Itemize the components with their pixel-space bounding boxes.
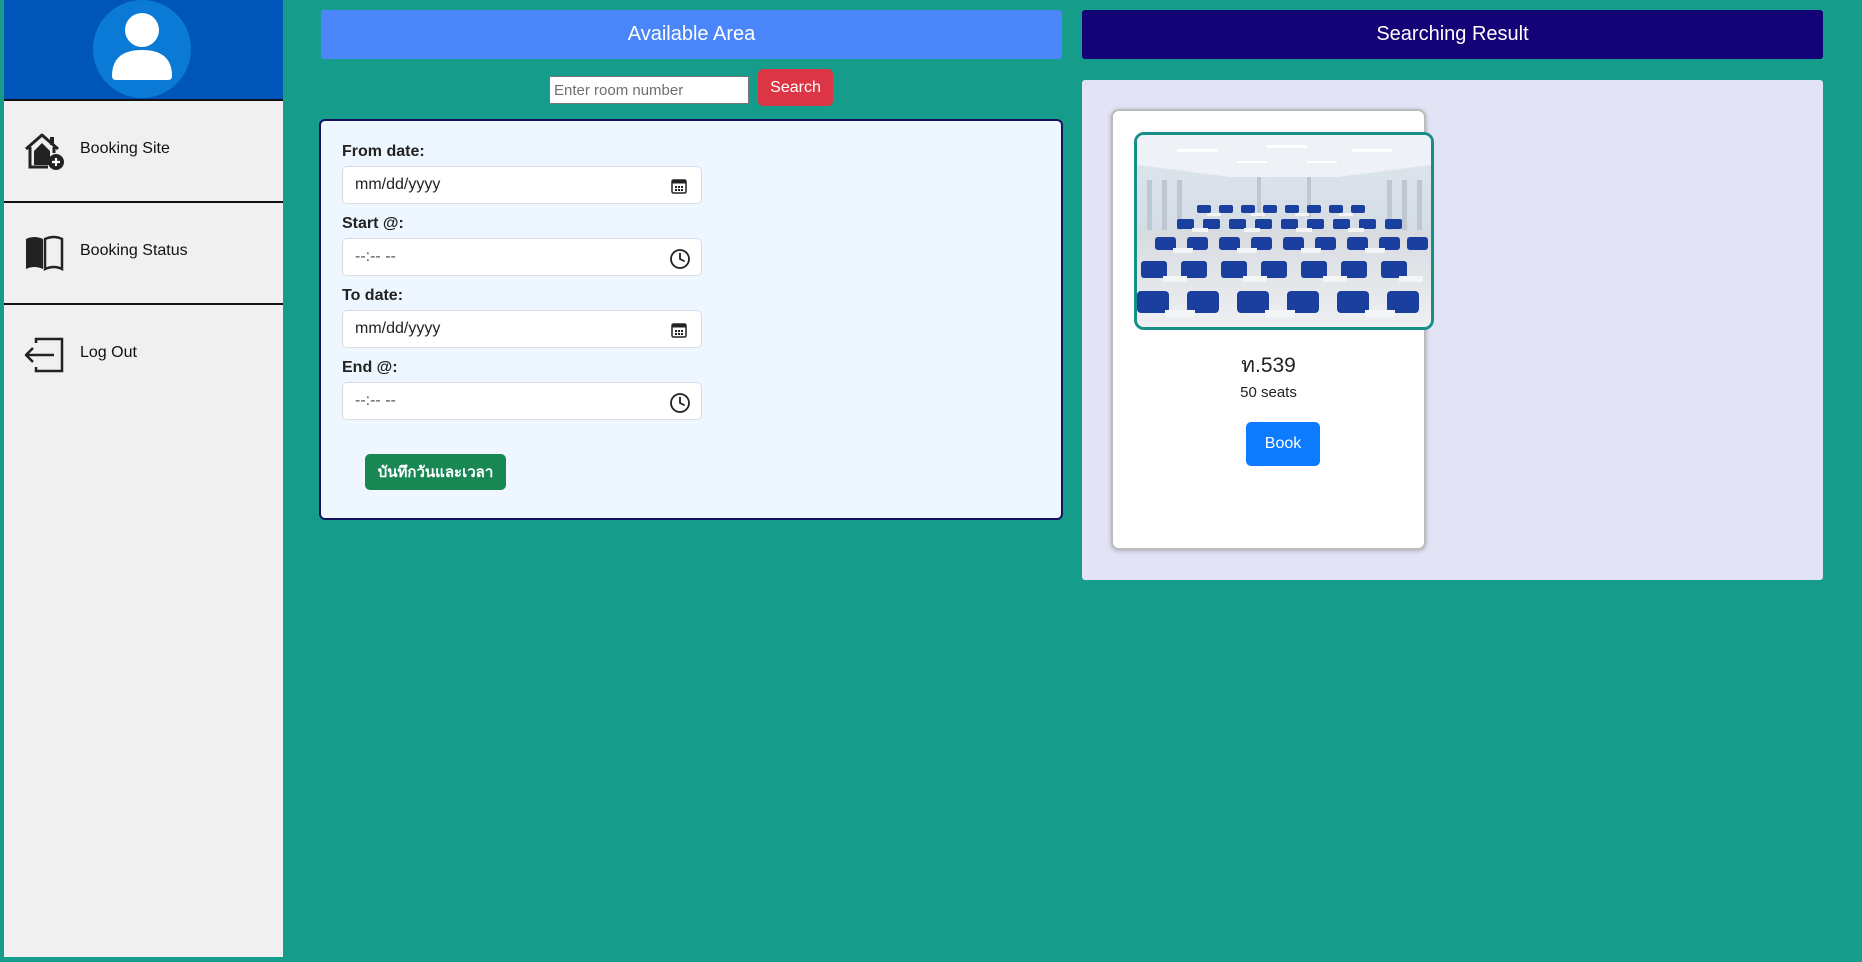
date-time-form: From date: mm/dd/yyyy Start @: --:-- -- … [319, 119, 1063, 520]
save-date-time-button[interactable]: บันทึกวันและเวลา [365, 454, 506, 490]
to-date-label: To date: [342, 287, 404, 304]
sidebar-item-label: Log Out [80, 344, 137, 361]
logout-icon [22, 335, 66, 375]
sidebar-item-label: Booking Status [80, 242, 188, 259]
house-add-icon [22, 131, 66, 171]
sidebar-item-booking-status[interactable]: Booking Status [4, 203, 283, 305]
searching-result-header: Searching Result [1082, 10, 1823, 59]
room-card: ท.539 50 seats Book [1111, 109, 1434, 550]
sidebar-item-booking-site[interactable]: Booking Site [4, 101, 283, 203]
from-date-label: From date: [342, 143, 425, 160]
sidebar-item-label: Booking Site [80, 140, 170, 157]
start-time-field[interactable]: --:-- -- [342, 238, 702, 276]
classroom-image [1134, 132, 1434, 330]
sidebar-item-log-out[interactable]: Log Out [4, 305, 283, 405]
sidebar: Booking Site Booking Status Log Out [4, 0, 283, 957]
search-results-panel: ท.539 50 seats Book [1082, 80, 1823, 580]
clock-icon[interactable] [669, 392, 690, 413]
end-time-value: --:-- -- [355, 392, 396, 409]
from-date-field[interactable]: mm/dd/yyyy [342, 166, 702, 204]
avatar [93, 0, 191, 98]
room-seats: 50 seats [1240, 384, 1297, 401]
start-time-value: --:-- -- [355, 248, 396, 265]
end-time-field[interactable]: --:-- -- [342, 382, 702, 420]
clock-icon[interactable] [669, 248, 690, 269]
book-button[interactable]: Book [1246, 422, 1320, 466]
to-date-value: mm/dd/yyyy [355, 320, 441, 337]
book-icon [22, 233, 66, 273]
user-icon [112, 13, 172, 80]
sidebar-header [4, 0, 283, 101]
room-search-input[interactable] [549, 76, 749, 104]
available-area-header: Available Area [321, 10, 1062, 59]
calendar-icon[interactable] [669, 176, 689, 196]
start-time-label: Start @: [342, 215, 404, 232]
search-button[interactable]: Search [758, 69, 833, 106]
room-name: ท.539 [1241, 354, 1296, 377]
end-time-label: End @: [342, 359, 398, 376]
from-date-value: mm/dd/yyyy [355, 176, 441, 193]
calendar-icon[interactable] [669, 320, 689, 340]
to-date-field[interactable]: mm/dd/yyyy [342, 310, 702, 348]
